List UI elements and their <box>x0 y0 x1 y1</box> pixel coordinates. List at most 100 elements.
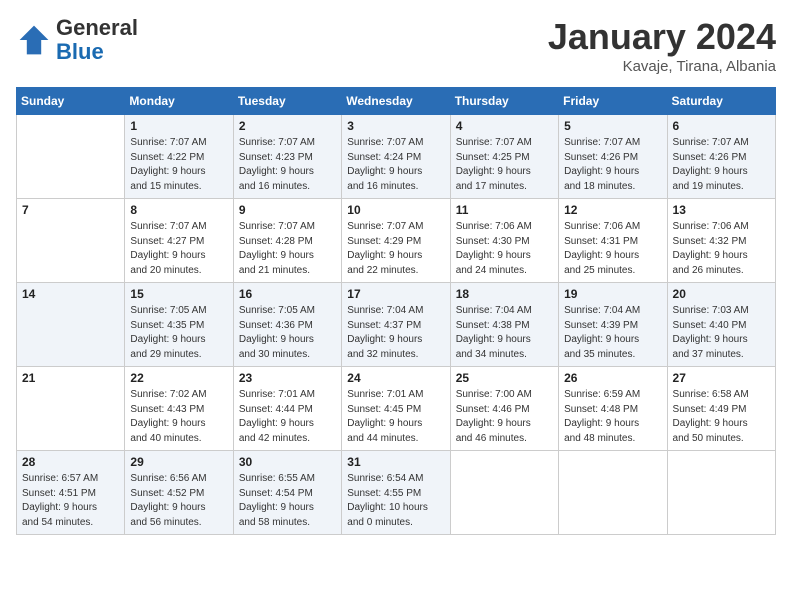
day-info: Sunrise: 6:55 AMSunset: 4:54 PMDaylight:… <box>239 472 336 530</box>
day-info: Sunrise: 7:02 AMSunset: 4:43 PMDaylight:… <box>130 388 227 446</box>
weekday-header: Sunday <box>17 88 125 115</box>
calendar-day-cell: 1Sunrise: 7:07 AMSunset: 4:22 PMDaylight… <box>125 115 233 199</box>
logo-icon <box>16 22 52 58</box>
day-info: Sunrise: 7:05 AMSunset: 4:35 PMDaylight:… <box>130 304 227 362</box>
day-info: Sunrise: 7:07 AMSunset: 4:22 PMDaylight:… <box>130 136 227 194</box>
day-number: 17 <box>347 287 444 301</box>
calendar-day-cell: 19Sunrise: 7:04 AMSunset: 4:39 PMDayligh… <box>559 283 667 367</box>
calendar-week-row: 21 22 Sunrise: 7:02 AMSunset: 4:43 PMDayli… <box>17 367 776 451</box>
calendar-day-cell: 3 Sunrise: 7:07 AMSunset: 4:24 PMDaylight… <box>342 115 450 199</box>
calendar-day-cell: 8 Sunrise: 7:07 AMSunset: 4:27 PMDaylight… <box>125 199 233 283</box>
day-info: Sunrise: 6:57 AMSunset: 4:51 PMDaylight:… <box>22 472 119 530</box>
calendar-day-cell: 11Sunrise: 7:06 AMSunset: 4:30 PMDayligh… <box>450 199 558 283</box>
day-number: 22 <box>130 371 227 385</box>
title-block: January 2024 Kavaje, Tirana, Albania <box>548 16 776 75</box>
day-number: 2 <box>239 119 336 133</box>
day-info: Sunrise: 6:56 AMSunset: 4:52 PMDaylight:… <box>130 472 227 530</box>
logo: General Blue <box>16 16 138 64</box>
logo-text: General Blue <box>56 16 138 64</box>
calendar-day-cell: 30 Sunrise: 6:55 AMSunset: 4:54 PMDayligh… <box>233 451 341 535</box>
day-info: Sunrise: 7:00 AMSunset: 4:46 PMDaylight:… <box>456 388 553 446</box>
calendar-week-row: 28 Sunrise: 6:57 AMSunset: 4:51 PMDayligh… <box>17 451 776 535</box>
day-info: Sunrise: 7:07 AMSunset: 4:26 PMDaylight:… <box>564 136 661 194</box>
calendar-day-cell: 27Sunrise: 6:58 AMSunset: 4:49 PMDayligh… <box>667 367 775 451</box>
day-number: 9 <box>239 203 336 217</box>
day-number: 30 <box>239 455 336 469</box>
weekday-header: Wednesday <box>342 88 450 115</box>
day-info: Sunrise: 7:03 AMSunset: 4:40 PMDaylight:… <box>673 304 770 362</box>
calendar-day-cell: 13 Sunrise: 7:06 AMSunset: 4:32 PMDayligh… <box>667 199 775 283</box>
calendar-day-cell: 22 Sunrise: 7:02 AMSunset: 4:43 PMDayligh… <box>125 367 233 451</box>
day-info: Sunrise: 7:07 AMSunset: 4:27 PMDaylight:… <box>130 220 227 278</box>
weekday-header: Tuesday <box>233 88 341 115</box>
day-number: 25 <box>456 371 553 385</box>
day-number: 31 <box>347 455 444 469</box>
calendar-day-cell: 17 Sunrise: 7:04 AMSunset: 4:37 PMDayligh… <box>342 283 450 367</box>
day-number: 29 <box>130 455 227 469</box>
calendar-day-cell: 7 <box>17 199 125 283</box>
page-header: General Blue January 2024 Kavaje, Tirana… <box>16 16 776 75</box>
calendar-day-cell: 10Sunrise: 7:07 AMSunset: 4:29 PMDayligh… <box>342 199 450 283</box>
day-number: 28 <box>22 455 119 469</box>
calendar-day-cell: 28 Sunrise: 6:57 AMSunset: 4:51 PMDayligh… <box>17 451 125 535</box>
calendar-day-cell: 18 Sunrise: 7:04 AMSunset: 4:38 PMDayligh… <box>450 283 558 367</box>
day-number: 27 <box>673 371 770 385</box>
day-number: 3 <box>347 119 444 133</box>
calendar-day-cell: 9 Sunrise: 7:07 AMSunset: 4:28 PMDaylight… <box>233 199 341 283</box>
location: Kavaje, Tirana, Albania <box>548 58 776 75</box>
day-number: 20 <box>673 287 770 301</box>
day-info: Sunrise: 6:59 AMSunset: 4:48 PMDaylight:… <box>564 388 661 446</box>
day-number: 8 <box>130 203 227 217</box>
calendar-day-cell: 31 Sunrise: 6:54 AMSunset: 4:55 PMDayligh… <box>342 451 450 535</box>
calendar-week-row: 1Sunrise: 7:07 AMSunset: 4:22 PMDaylight… <box>17 115 776 199</box>
logo-general: General <box>56 15 138 40</box>
day-info: Sunrise: 7:04 AMSunset: 4:38 PMDaylight:… <box>456 304 553 362</box>
calendar-day-cell <box>667 451 775 535</box>
day-info: Sunrise: 7:06 AMSunset: 4:32 PMDaylight:… <box>673 220 770 278</box>
calendar-day-cell: 24 Sunrise: 7:01 AMSunset: 4:45 PMDayligh… <box>342 367 450 451</box>
calendar-day-cell: 2 Sunrise: 7:07 AMSunset: 4:23 PMDaylight… <box>233 115 341 199</box>
day-number: 24 <box>347 371 444 385</box>
calendar-day-cell: 6 Sunrise: 7:07 AMSunset: 4:26 PMDaylight… <box>667 115 775 199</box>
day-number: 13 <box>673 203 770 217</box>
day-info: Sunrise: 7:05 AMSunset: 4:36 PMDaylight:… <box>239 304 336 362</box>
day-number: 7 <box>22 203 119 217</box>
calendar-day-cell: 16 Sunrise: 7:05 AMSunset: 4:36 PMDayligh… <box>233 283 341 367</box>
day-number: 15 <box>130 287 227 301</box>
calendar-day-cell: 15 Sunrise: 7:05 AMSunset: 4:35 PMDayligh… <box>125 283 233 367</box>
calendar-day-cell: 4 Sunrise: 7:07 AMSunset: 4:25 PMDaylight… <box>450 115 558 199</box>
day-info: Sunrise: 7:07 AMSunset: 4:28 PMDaylight:… <box>239 220 336 278</box>
day-info: Sunrise: 7:07 AMSunset: 4:24 PMDaylight:… <box>347 136 444 194</box>
day-number: 21 <box>22 371 119 385</box>
calendar-day-cell <box>17 115 125 199</box>
calendar-day-cell: 25 Sunrise: 7:00 AMSunset: 4:46 PMDayligh… <box>450 367 558 451</box>
day-info: Sunrise: 7:01 AMSunset: 4:45 PMDaylight:… <box>347 388 444 446</box>
day-info: Sunrise: 7:07 AMSunset: 4:23 PMDaylight:… <box>239 136 336 194</box>
day-number: 5 <box>564 119 661 133</box>
day-number: 18 <box>456 287 553 301</box>
weekday-header: Saturday <box>667 88 775 115</box>
day-info: Sunrise: 7:07 AMSunset: 4:25 PMDaylight:… <box>456 136 553 194</box>
weekday-header: Thursday <box>450 88 558 115</box>
day-number: 16 <box>239 287 336 301</box>
day-info: Sunrise: 6:54 AMSunset: 4:55 PMDaylight:… <box>347 472 444 530</box>
calendar-day-cell: 21 <box>17 367 125 451</box>
calendar-day-cell: 23 Sunrise: 7:01 AMSunset: 4:44 PMDayligh… <box>233 367 341 451</box>
day-info: Sunrise: 7:04 AMSunset: 4:37 PMDaylight:… <box>347 304 444 362</box>
weekday-header: Monday <box>125 88 233 115</box>
calendar-day-cell: 29 Sunrise: 6:56 AMSunset: 4:52 PMDayligh… <box>125 451 233 535</box>
calendar-week-row: 78 Sunrise: 7:07 AMSunset: 4:27 PMDayligh… <box>17 199 776 283</box>
day-info: Sunrise: 7:01 AMSunset: 4:44 PMDaylight:… <box>239 388 336 446</box>
day-number: 14 <box>22 287 119 301</box>
month-title: January 2024 <box>548 16 776 58</box>
day-number: 6 <box>673 119 770 133</box>
calendar-day-cell: 12Sunrise: 7:06 AMSunset: 4:31 PMDayligh… <box>559 199 667 283</box>
day-info: Sunrise: 7:04 AMSunset: 4:39 PMDaylight:… <box>564 304 661 362</box>
day-info: Sunrise: 7:07 AMSunset: 4:29 PMDaylight:… <box>347 220 444 278</box>
day-number: 4 <box>456 119 553 133</box>
day-info: Sunrise: 7:06 AMSunset: 4:31 PMDaylight:… <box>564 220 661 278</box>
calendar-day-cell: 5 Sunrise: 7:07 AMSunset: 4:26 PMDaylight… <box>559 115 667 199</box>
day-info: Sunrise: 7:07 AMSunset: 4:26 PMDaylight:… <box>673 136 770 194</box>
day-number: 23 <box>239 371 336 385</box>
day-number: 11 <box>456 203 553 217</box>
